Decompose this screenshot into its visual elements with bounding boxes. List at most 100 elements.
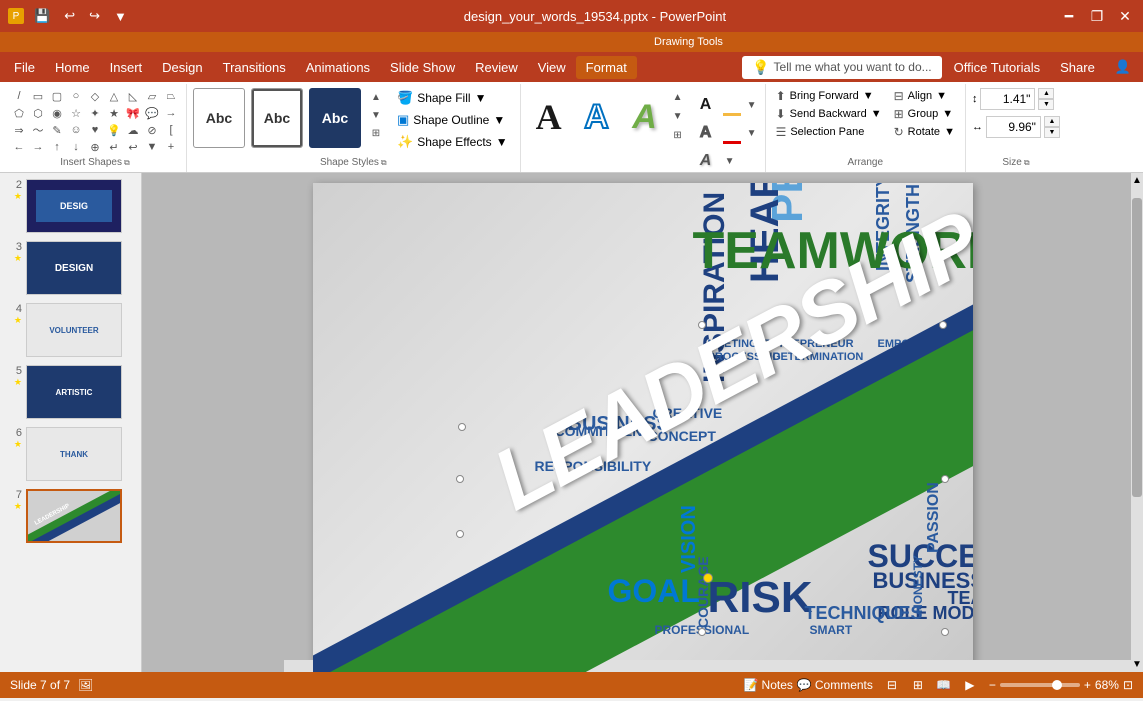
text-fill-arrow[interactable]: ▼ — [745, 96, 759, 114]
down-arr[interactable]: ↓ — [67, 139, 85, 155]
group-button[interactable]: ⊞ Group ▼ — [890, 106, 959, 122]
5star-shape[interactable]: ★ — [105, 105, 123, 121]
slide-thumb-4[interactable]: 4 ★ VOLUNTEER — [4, 301, 137, 359]
cloud-shape[interactable]: ☁ — [124, 122, 142, 138]
bracket-shape[interactable]: [ — [162, 122, 180, 138]
zoom-thumb[interactable] — [1052, 680, 1062, 690]
diamond-shape[interactable]: ◇ — [86, 88, 104, 104]
style-preset-3[interactable]: Abc — [309, 88, 361, 148]
tab-design[interactable]: Design — [152, 56, 212, 79]
style-preset-1[interactable]: Abc — [193, 88, 245, 148]
bent-arr[interactable]: ↵ — [105, 139, 123, 155]
redo-button[interactable]: ↪ — [85, 6, 104, 26]
slide-thumb-3[interactable]: 3 ★ DESIGN — [4, 239, 137, 297]
bring-forward-button[interactable]: ⬆ Bring Forward ▼ — [772, 88, 886, 104]
slide-thumb-5[interactable]: 5 ★ ARTISTIC — [4, 363, 137, 421]
rotation-handle[interactable] — [703, 573, 713, 583]
save-button[interactable]: 💾 — [30, 6, 54, 26]
right-arr[interactable]: → — [29, 139, 47, 155]
height-input[interactable] — [980, 88, 1035, 110]
shape-fill-button[interactable]: 🪣 Shape Fill ▼ — [391, 88, 514, 108]
wordart-scroll-down[interactable]: ▼ — [671, 107, 685, 125]
customize-qat-button[interactable]: ▼ — [110, 7, 131, 26]
text-effects-arrow[interactable]: ▼ — [723, 152, 737, 170]
up-arr[interactable]: ↑ — [48, 139, 66, 155]
notes-button[interactable]: 📝 Notes — [744, 678, 793, 692]
tab-slideshow[interactable]: Slide Show — [380, 56, 465, 79]
wordart-scroll-up[interactable]: ▲ — [671, 88, 685, 106]
tab-home[interactable]: Home — [45, 56, 100, 79]
more-shapes[interactable]: ▼ — [143, 139, 161, 155]
lightbulb-shape[interactable]: 💡 — [105, 122, 123, 138]
tab-insert[interactable]: Insert — [100, 56, 153, 79]
fit-btn[interactable]: ⊡ — [1123, 678, 1133, 692]
styles-scroll-up[interactable]: ▲ — [369, 88, 383, 106]
tab-transitions[interactable]: Transitions — [213, 56, 296, 79]
slide-thumb-6[interactable]: 6 ★ THANK — [4, 425, 137, 483]
text-outline-arrow[interactable]: ▼ — [745, 124, 759, 142]
wordart-a-outline[interactable]: A — [575, 88, 619, 146]
comments-button[interactable]: 💬 Comments — [797, 678, 873, 692]
height-spin-up[interactable]: ▲ — [1038, 88, 1054, 99]
width-input[interactable] — [986, 116, 1041, 138]
undo-button[interactable]: ↩ — [60, 6, 79, 26]
text-effects-button[interactable]: A — [693, 148, 719, 174]
width-spin-down[interactable]: ▼ — [1044, 127, 1060, 138]
slide-sorter-btn[interactable]: ⊞ — [907, 676, 929, 694]
new-slide-icon[interactable]: + — [162, 139, 180, 155]
scroll-down-btn[interactable]: ▼ — [1130, 657, 1143, 672]
rotate-button[interactable]: ↻ Rotate ▼ — [890, 124, 959, 140]
tab-file[interactable]: File — [4, 56, 45, 79]
oval-shape[interactable]: ○ — [67, 88, 85, 104]
no-sym[interactable]: ⊘ — [143, 122, 161, 138]
parallelogram-shape[interactable]: ▱ — [143, 88, 161, 104]
shape-effects-button[interactable]: ✨ Shape Effects ▼ — [391, 132, 514, 152]
office-tutorials-button[interactable]: Office Tutorials — [946, 56, 1048, 79]
text-outline-button[interactable]: A — [693, 120, 719, 146]
close-button[interactable]: ✕ — [1115, 6, 1135, 26]
triangle-shape[interactable]: △ — [105, 88, 123, 104]
restore-button[interactable]: ❐ — [1087, 6, 1107, 26]
ribbon-shape[interactable]: 🎀 — [124, 105, 142, 121]
send-backward-button[interactable]: ⬇ Send Backward ▼ — [772, 106, 886, 122]
align-button[interactable]: ⊟ Align ▼ — [890, 88, 959, 104]
smface-shape[interactable]: ☺ — [67, 122, 85, 138]
wordart-a-shadow[interactable]: A — [623, 88, 667, 146]
right-tri-shape[interactable]: ◺ — [124, 88, 142, 104]
normal-view-btn[interactable]: ⊟ — [881, 676, 903, 694]
style-preset-2[interactable]: Abc — [251, 88, 303, 148]
hept-shape[interactable]: ◉ — [48, 105, 66, 121]
rounded-rect-shape[interactable]: ▢ — [48, 88, 66, 104]
scroll-thumb[interactable] — [1132, 198, 1142, 497]
width-spin-up[interactable]: ▲ — [1044, 116, 1060, 127]
slideshow-btn[interactable]: ▶ — [959, 676, 981, 694]
scroll-up-btn[interactable]: ▲ — [1130, 173, 1143, 188]
star-shape[interactable]: ☆ — [67, 105, 85, 121]
hex-shape[interactable]: ⬡ — [29, 105, 47, 121]
height-spin-down[interactable]: ▼ — [1038, 99, 1054, 110]
styles-expand[interactable]: ⊞ — [369, 124, 383, 142]
zoom-in-btn[interactable]: + — [1084, 678, 1091, 692]
block-arrow[interactable]: ⇒ — [10, 122, 28, 138]
heart-shape[interactable]: ♥ — [86, 122, 104, 138]
4star-shape[interactable]: ✦ — [86, 105, 104, 121]
selection-pane-button[interactable]: ☰ Selection Pane — [772, 124, 886, 140]
uturn-arr[interactable]: ↩ — [124, 139, 142, 155]
zoom-out-btn[interactable]: − — [989, 678, 996, 692]
shape-outline-button[interactable]: ▣ Shape Outline ▼ — [391, 110, 514, 130]
callout-shape[interactable]: 💬 — [143, 105, 161, 121]
share-icon[interactable]: 👤 — [1107, 55, 1139, 79]
text-fill-button[interactable]: A — [693, 92, 719, 118]
tell-me-input[interactable]: 💡 Tell me what you want to do... — [742, 56, 942, 79]
left-arr[interactable]: ← — [10, 139, 28, 155]
arrow-shape[interactable]: → — [162, 105, 180, 121]
freeform-shape[interactable]: ✎ — [48, 122, 66, 138]
tab-review[interactable]: Review — [465, 56, 528, 79]
slide-thumb-2[interactable]: 2 ★ DESIG — [4, 177, 137, 235]
v-scrollbar[interactable]: ▲ ▼ — [1131, 173, 1143, 672]
slide-thumb-7[interactable]: 7 ★ LEADERSHIP — [4, 487, 137, 545]
wordart-a-black[interactable]: A — [527, 88, 571, 146]
slide-canvas[interactable]: TEAMWORK PEOPLE HEART INTEGRITY STRENGTH… — [313, 183, 973, 672]
tab-format[interactable]: Format — [576, 56, 637, 79]
canvas-area[interactable]: ▲ ▼ TEAMWORK PEOPLE HEART INTEGRITY STRE… — [142, 173, 1143, 672]
